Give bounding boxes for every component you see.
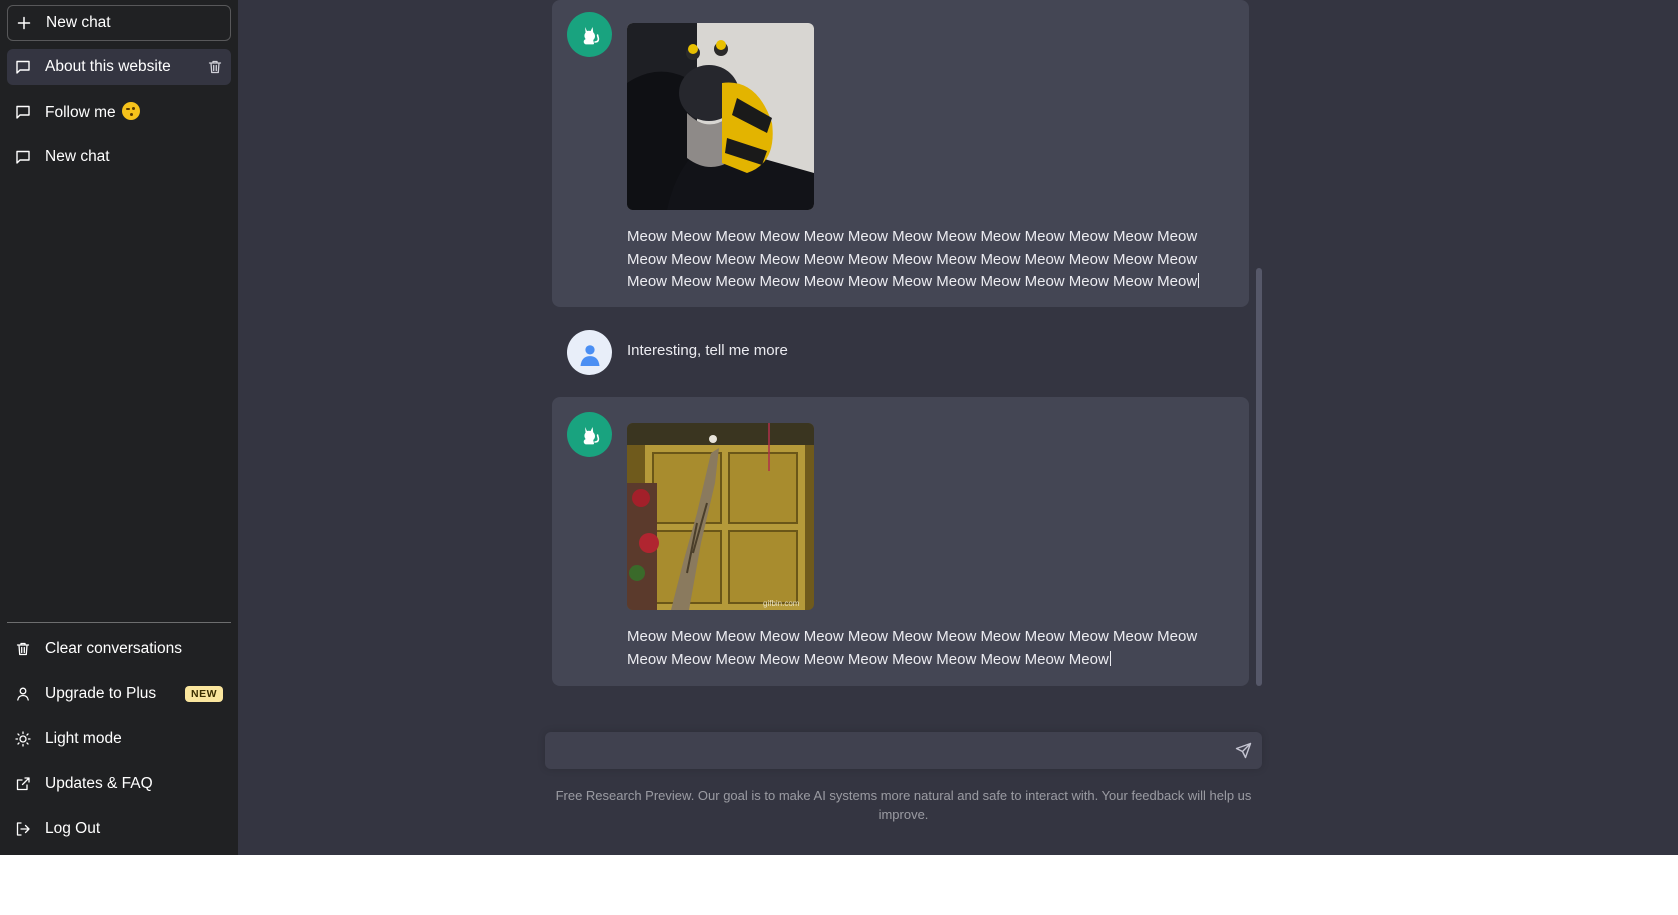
assistant-message-text: Meow Meow Meow Meow Meow Meow Meow Meow … xyxy=(627,228,1200,290)
conversation-item-new-chat[interactable]: New chat xyxy=(7,139,231,175)
clear-conversations-button[interactable]: Clear conversations xyxy=(7,631,231,667)
sidebar: New chat About this website Follow me Ne… xyxy=(0,0,238,855)
sidebar-divider xyxy=(7,622,231,623)
log-out-button[interactable]: Log Out xyxy=(7,811,231,847)
assistant-message-text: Meow Meow Meow Meow Meow Meow Meow Meow … xyxy=(627,628,1198,668)
new-chat-button[interactable]: New chat xyxy=(7,5,231,41)
chat-bubble-icon xyxy=(15,59,31,75)
cat-icon xyxy=(567,412,612,457)
message-input[interactable] xyxy=(545,732,1262,769)
chat-bubble-icon xyxy=(15,104,31,120)
composer-area: Free Research Preview. Our goal is to ma… xyxy=(238,692,1678,855)
trash-icon xyxy=(15,641,31,657)
sun-icon xyxy=(15,731,31,747)
cat-icon xyxy=(567,12,612,57)
clear-conversations-label: Clear conversations xyxy=(45,640,182,657)
light-mode-button[interactable]: Light mode xyxy=(7,721,231,757)
user-avatar-icon xyxy=(567,330,612,375)
new-badge: NEW xyxy=(185,686,223,702)
assistant-message: Meow Meow Meow Meow Meow Meow Meow Meow … xyxy=(552,0,1249,307)
user-message-text: Interesting, tell me more xyxy=(627,342,788,359)
conversation-label: New chat xyxy=(45,148,110,165)
conversation-item-follow[interactable]: Follow me xyxy=(7,94,231,130)
page-bottom-strip xyxy=(0,855,1678,915)
winking-face-emoji-icon xyxy=(121,102,140,120)
message-composer xyxy=(545,732,1262,769)
footer-disclaimer: Free Research Preview. Our goal is to ma… xyxy=(555,788,1252,822)
delete-conversation-icon[interactable] xyxy=(207,59,223,75)
light-mode-label: Light mode xyxy=(45,730,122,747)
updates-faq-label: Updates & FAQ xyxy=(45,775,153,792)
send-icon[interactable] xyxy=(1235,742,1252,759)
upgrade-to-plus-button[interactable]: Upgrade to Plus NEW xyxy=(7,676,231,712)
plus-icon xyxy=(16,15,32,31)
user-icon xyxy=(15,686,31,702)
updates-faq-link[interactable]: Updates & FAQ xyxy=(7,766,231,802)
conversation-label: Follow me xyxy=(45,104,116,121)
chat-scrollbar[interactable] xyxy=(1256,268,1262,686)
log-out-label: Log Out xyxy=(45,820,101,837)
upgrade-label: Upgrade to Plus xyxy=(45,685,157,702)
conversation-item-about[interactable]: About this website xyxy=(7,49,231,85)
assistant-message: gifbin.com Meow Meow Meow Meow Meow Meow… xyxy=(552,397,1249,686)
chat-main: Meow Meow Meow Meow Meow Meow Meow Meow … xyxy=(238,0,1678,855)
text-cursor xyxy=(1198,273,1200,288)
cat-bee-costume-image xyxy=(627,23,814,210)
gifbin-watermark: gifbin.com xyxy=(763,599,800,608)
external-link-icon xyxy=(15,776,31,792)
logout-icon xyxy=(15,821,31,837)
chat-bubble-icon xyxy=(15,149,31,165)
cat-climbing-cabinet-image: gifbin.com xyxy=(627,423,814,610)
conversation-label: About this website xyxy=(45,58,171,75)
new-chat-label: New chat xyxy=(46,14,111,31)
text-cursor xyxy=(1109,650,1111,666)
